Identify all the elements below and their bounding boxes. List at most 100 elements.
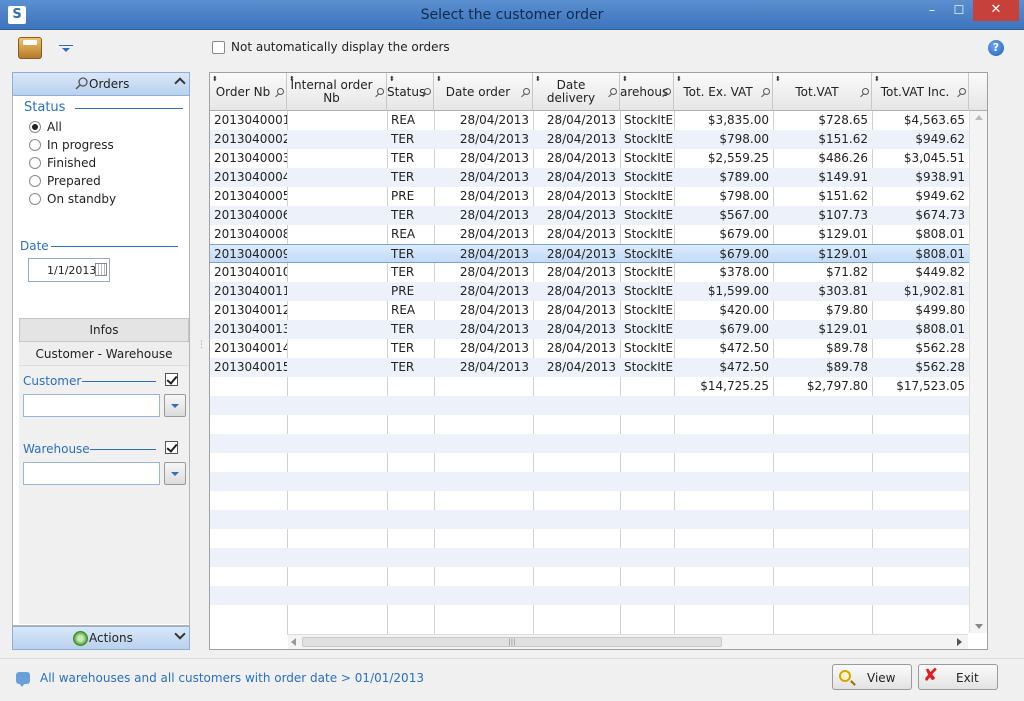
orders-panel-header[interactable]: Orders bbox=[12, 72, 190, 96]
column-header[interactable]: ⬍ Tot. Ex. VAT bbox=[674, 73, 773, 111]
table-cell: $420.00 bbox=[719, 303, 769, 317]
column-filter-icon[interactable] bbox=[377, 88, 384, 95]
column-filter-icon[interactable] bbox=[523, 88, 530, 95]
status-radio-prepared[interactable] bbox=[29, 175, 41, 187]
column-header[interactable]: ⬍ arehous bbox=[620, 73, 674, 111]
table-cell: 2013040010 bbox=[214, 265, 287, 279]
auto-display-checkbox[interactable] bbox=[212, 41, 225, 54]
filter-summary: All warehouses and all customers with or… bbox=[40, 671, 424, 685]
toolbar-dropdown-icon[interactable] bbox=[57, 41, 75, 53]
date-picker[interactable]: 1/1/2013 bbox=[28, 258, 110, 282]
column-filter-icon[interactable] bbox=[862, 88, 869, 95]
table-row[interactable]: 2013040004 TER 28/04/2013 28/04/2013 StockIt… bbox=[210, 168, 969, 187]
exit-button[interactable]: ✘ Exit bbox=[918, 664, 998, 690]
column-filter-icon[interactable] bbox=[610, 88, 617, 95]
table-row[interactable]: 2013040011 PRE 28/04/2013 28/04/2013 StockIt… bbox=[210, 282, 969, 301]
warehouse-checkbox[interactable] bbox=[165, 441, 178, 454]
table-row[interactable]: 2013040014 TER 28/04/2013 28/04/2013 StockIt… bbox=[210, 339, 969, 358]
sort-icon[interactable]: ⬍ bbox=[622, 75, 628, 83]
customer-input[interactable] bbox=[23, 394, 160, 417]
sort-icon[interactable]: ⬍ bbox=[212, 75, 218, 83]
table-cell bbox=[287, 206, 387, 225]
scroll-down-icon[interactable] bbox=[975, 624, 983, 629]
table-cell: 28/04/2013 bbox=[546, 132, 616, 146]
column-header[interactable]: ⬍ Order Nb bbox=[210, 73, 287, 111]
column-filter-icon[interactable] bbox=[424, 88, 431, 95]
table-cell: StockItE bbox=[624, 265, 674, 279]
table-cell: $562.28 bbox=[915, 360, 965, 374]
warehouse-input[interactable] bbox=[23, 462, 160, 485]
customer-checkbox[interactable] bbox=[165, 373, 178, 386]
table-row[interactable]: 2013040005 PRE 28/04/2013 28/04/2013 StockIt… bbox=[210, 187, 969, 206]
collapse-chevron-icon[interactable] bbox=[174, 77, 186, 89]
table-row[interactable]: 2013040006 TER 28/04/2013 28/04/2013 StockIt… bbox=[210, 206, 969, 225]
table-cell: StockItE bbox=[624, 341, 674, 355]
panel-splitter[interactable]: ⋮ bbox=[197, 340, 206, 350]
table-row[interactable]: 2013040013 TER 28/04/2013 28/04/2013 StockIt… bbox=[210, 320, 969, 339]
title-bar[interactable]: S Select the customer order – ☐ ✕ bbox=[0, 0, 1024, 30]
table-cell: $679.00 bbox=[719, 227, 769, 241]
empty-row bbox=[210, 586, 969, 605]
exit-button-label: Exit bbox=[956, 671, 979, 685]
column-header[interactable]: ⬍ Date delivery bbox=[533, 73, 620, 111]
table-row[interactable]: 2013040015 TER 28/04/2013 28/04/2013 StockIt… bbox=[210, 358, 969, 377]
table-cell: $3,045.51 bbox=[903, 151, 965, 165]
table-row[interactable]: 2013040002 TER 28/04/2013 28/04/2013 StockIt… bbox=[210, 130, 969, 149]
actions-panel-header[interactable]: Actions bbox=[12, 626, 190, 650]
close-button[interactable]: ✕ bbox=[973, 0, 1019, 21]
scroll-right-icon[interactable] bbox=[957, 638, 962, 646]
status-radio-all[interactable] bbox=[29, 121, 41, 133]
sort-icon[interactable]: ⬍ bbox=[389, 75, 395, 83]
vertical-scrollbar[interactable] bbox=[969, 111, 987, 633]
table-row[interactable]: 2013040012 REA 28/04/2013 28/04/2013 StockIt… bbox=[210, 301, 969, 320]
warehouse-dropdown-button[interactable] bbox=[164, 462, 186, 485]
table-row[interactable]: 2013040010 TER 28/04/2013 28/04/2013 StockIt… bbox=[210, 263, 969, 282]
table-cell bbox=[387, 377, 434, 396]
column-filter-icon[interactable] bbox=[763, 88, 770, 95]
orders-header-label: Orders bbox=[89, 77, 130, 91]
horizontal-scrollbar[interactable]: ||| bbox=[288, 634, 968, 649]
view-button[interactable]: View bbox=[832, 664, 912, 690]
table-cell: 2013040012 bbox=[214, 303, 287, 317]
status-radio-finished[interactable] bbox=[29, 157, 41, 169]
table-cell: 28/04/2013 bbox=[459, 322, 529, 336]
table-row[interactable]: 2013040008 REA 28/04/2013 28/04/2013 StockIt… bbox=[210, 225, 969, 244]
column-header[interactable]: ⬍ Tot.VAT Inc. bbox=[872, 73, 969, 111]
column-header[interactable]: ⬍ Date order bbox=[434, 73, 533, 111]
table-row[interactable]: 2013040003 TER 28/04/2013 28/04/2013 StockIt… bbox=[210, 149, 969, 168]
status-radio-in-progress[interactable] bbox=[29, 139, 41, 151]
sort-icon[interactable]: ⬍ bbox=[436, 75, 442, 83]
table-row[interactable]: 2013040009 TER 28/04/2013 28/04/2013 StockIt… bbox=[210, 244, 969, 263]
column-filter-icon[interactable] bbox=[664, 88, 671, 95]
table-cell bbox=[287, 168, 387, 187]
customer-dropdown-button[interactable] bbox=[164, 394, 186, 417]
minimize-button[interactable]: – bbox=[919, 0, 945, 21]
maximize-button[interactable]: ☐ bbox=[946, 0, 972, 21]
table-cell: $486.26 bbox=[818, 151, 868, 165]
column-filter-icon[interactable] bbox=[277, 88, 284, 95]
sort-icon[interactable]: ⬍ bbox=[775, 75, 781, 83]
sort-icon[interactable]: ⬍ bbox=[676, 75, 682, 83]
scrollbar-thumb[interactable]: ||| bbox=[302, 637, 722, 647]
table-cell: $949.62 bbox=[915, 132, 965, 146]
calendar-icon[interactable] bbox=[95, 263, 107, 276]
table-row[interactable]: 2013040001 REA 28/04/2013 28/04/2013 StockIt… bbox=[210, 111, 969, 130]
tab-infos[interactable]: Infos bbox=[19, 318, 189, 342]
tab-customer-warehouse[interactable]: Customer - Warehouse bbox=[19, 342, 189, 366]
column-header[interactable]: ⬍ Status bbox=[387, 73, 434, 111]
magnifier-icon bbox=[75, 77, 88, 90]
column-filter-icon[interactable] bbox=[959, 88, 966, 95]
expand-chevron-icon[interactable] bbox=[174, 628, 186, 640]
status-radio-on-standby[interactable] bbox=[29, 193, 41, 205]
scroll-left-icon[interactable] bbox=[291, 638, 296, 646]
order-folder-icon[interactable] bbox=[18, 37, 42, 59]
column-header[interactable]: ⬍ Internal order Nb bbox=[287, 73, 387, 111]
orders-grid: ⬍ Order Nb ⬍ Internal order Nb ⬍ Status ⬍ Date … bbox=[209, 72, 988, 650]
help-icon[interactable]: ? bbox=[988, 40, 1004, 56]
column-header[interactable]: ⬍ Tot.VAT bbox=[773, 73, 872, 111]
scroll-up-icon[interactable] bbox=[975, 115, 983, 120]
sort-icon[interactable]: ⬍ bbox=[874, 75, 880, 83]
table-cell: $107.73 bbox=[818, 208, 868, 222]
table-cell: TER bbox=[391, 360, 415, 374]
empty-row bbox=[210, 529, 969, 548]
